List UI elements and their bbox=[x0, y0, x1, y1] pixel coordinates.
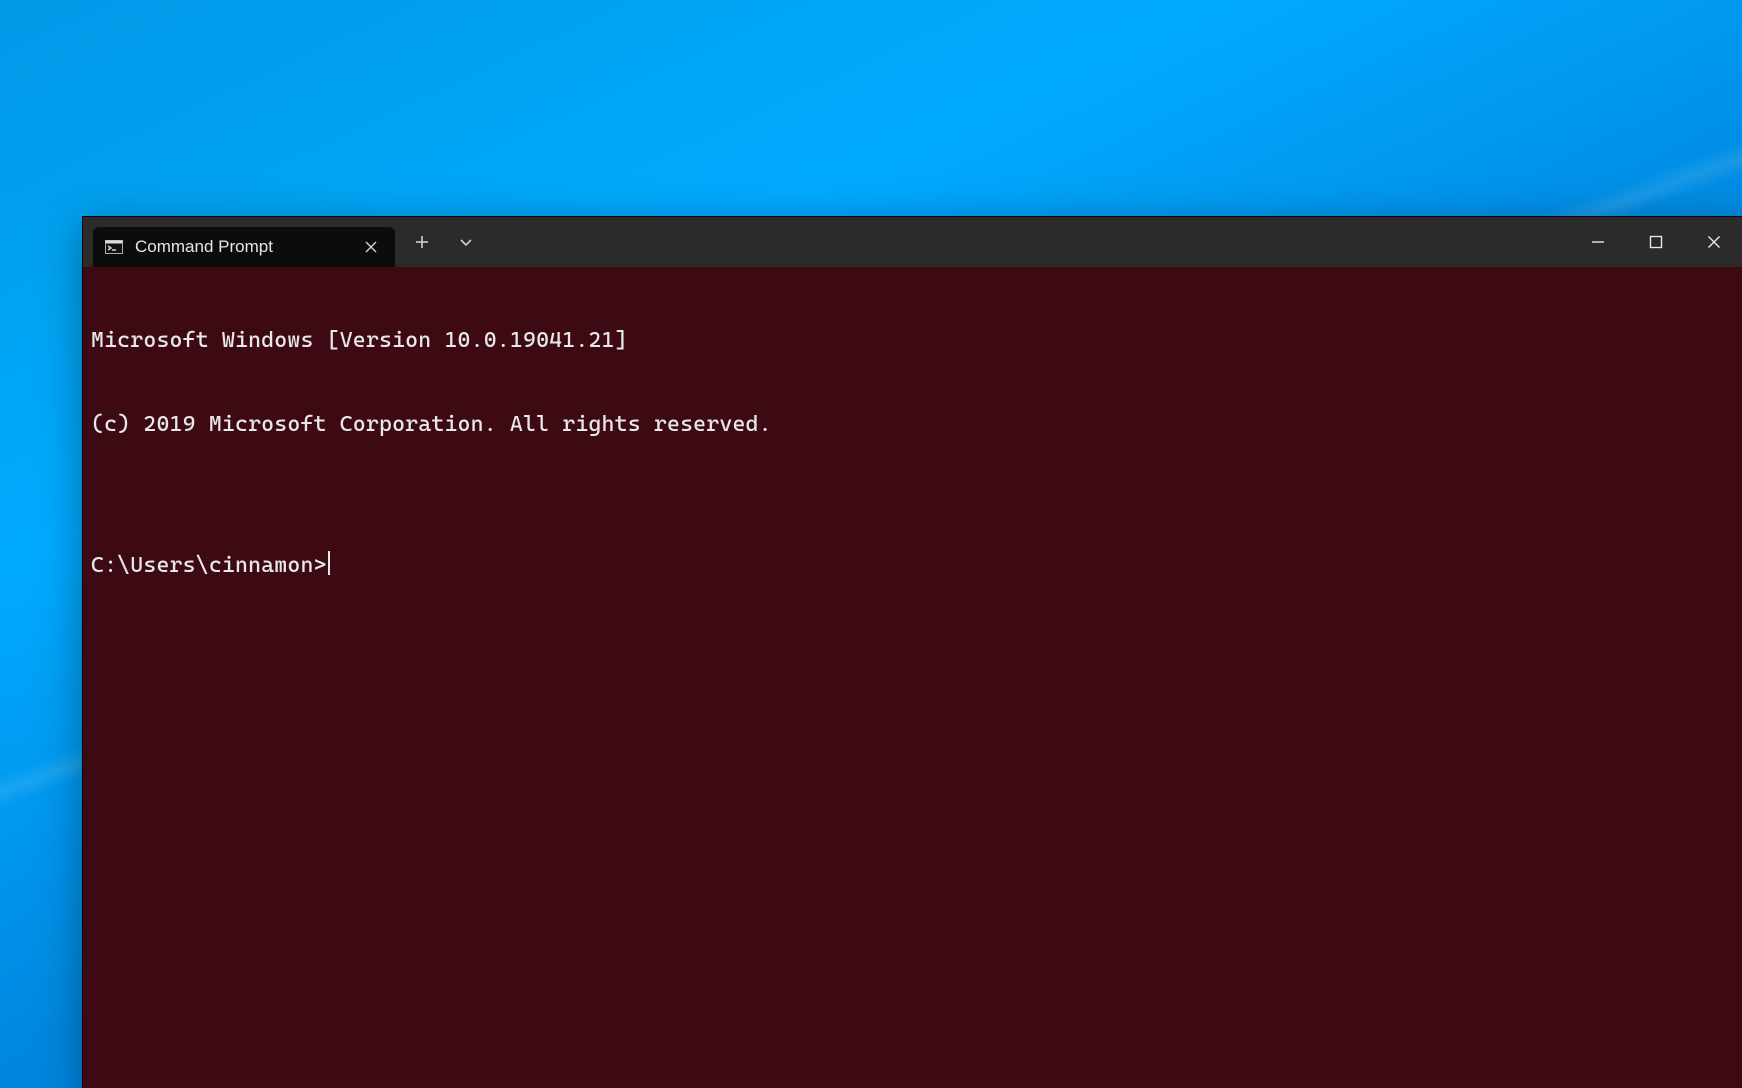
terminal-output[interactable]: Microsoft Windows [Version 10.0.19041.21… bbox=[83, 267, 1742, 1088]
titlebar[interactable]: Command Prompt bbox=[83, 217, 1742, 267]
close-icon bbox=[1707, 235, 1721, 249]
tab-dropdown-button[interactable] bbox=[445, 222, 487, 262]
terminal-prompt-line: C:\Users\cinnamon> bbox=[91, 551, 1735, 580]
terminal-window: Command Prompt bbox=[82, 216, 1742, 1088]
terminal-prompt: C:\Users\cinnamon> bbox=[91, 553, 327, 578]
chevron-down-icon bbox=[459, 235, 473, 249]
new-tab-button[interactable] bbox=[401, 222, 443, 262]
window-controls bbox=[1569, 217, 1742, 267]
titlebar-drag-region[interactable] bbox=[487, 217, 1569, 267]
minimize-button[interactable] bbox=[1569, 217, 1627, 267]
close-window-button[interactable] bbox=[1685, 217, 1742, 267]
terminal-line: Microsoft Windows [Version 10.0.19041.21… bbox=[91, 327, 1735, 355]
tab-close-button[interactable] bbox=[357, 233, 385, 261]
terminal-line: (c) 2019 Microsoft Corporation. All righ… bbox=[91, 411, 1735, 439]
plus-icon bbox=[415, 235, 429, 249]
tab-title: Command Prompt bbox=[135, 237, 357, 257]
maximize-button[interactable] bbox=[1627, 217, 1685, 267]
desktop-wallpaper: Command Prompt bbox=[0, 0, 1742, 1088]
tab-command-prompt[interactable]: Command Prompt bbox=[93, 227, 395, 267]
close-icon bbox=[365, 241, 377, 253]
tabbar-buttons bbox=[395, 217, 487, 267]
maximize-icon bbox=[1649, 235, 1663, 249]
terminal-cursor bbox=[328, 551, 330, 575]
minimize-icon bbox=[1591, 235, 1605, 249]
tab-strip: Command Prompt bbox=[83, 217, 395, 267]
command-prompt-icon bbox=[105, 240, 123, 254]
